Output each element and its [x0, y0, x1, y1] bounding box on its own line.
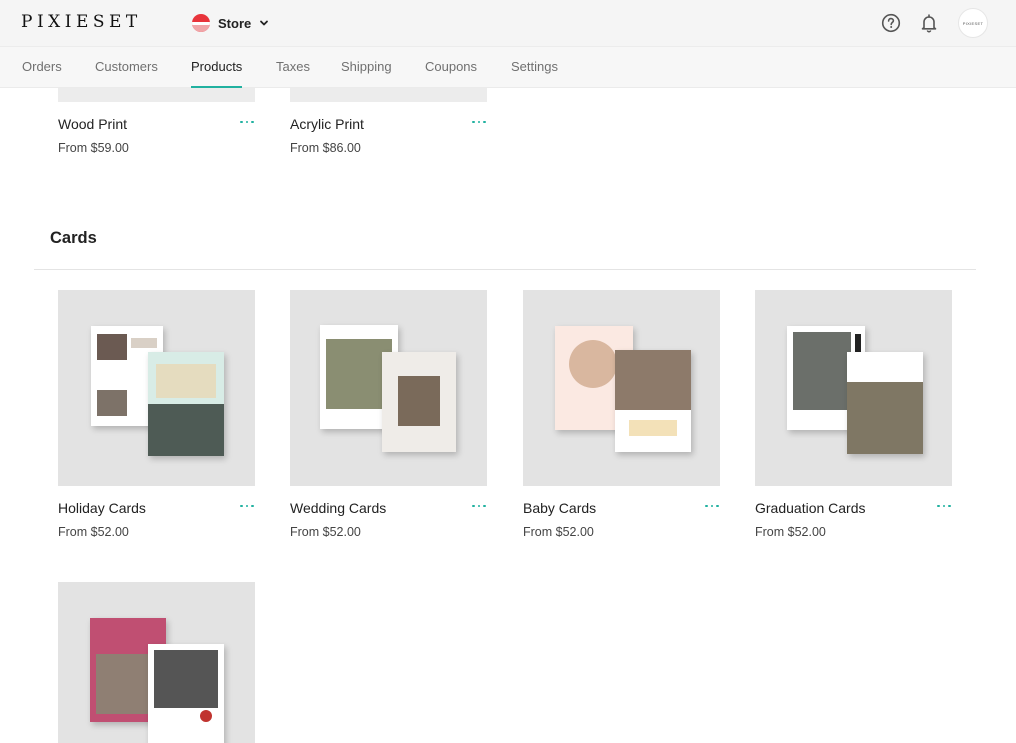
product-card-wedding-cards[interactable]: Wedding Cards From $52.00 [290, 290, 487, 550]
chevron-down-icon [259, 18, 269, 28]
tab-coupons[interactable]: Coupons [425, 47, 477, 88]
more-dots-icon[interactable] [240, 117, 254, 127]
avatar[interactable]: PIXIESET [958, 8, 988, 38]
product-name[interactable]: Baby Cards [523, 500, 596, 516]
more-dots-icon[interactable] [240, 501, 254, 511]
bell-icon[interactable] [919, 13, 939, 33]
product-card-love-cards[interactable] [58, 582, 255, 743]
product-name[interactable]: Graduation Cards [755, 500, 866, 516]
store-logo-icon [192, 14, 210, 32]
product-thumbnail[interactable] [755, 290, 952, 486]
more-dots-icon[interactable] [472, 117, 486, 127]
section-title-cards: Cards [50, 229, 97, 247]
product-price: From $86.00 [290, 141, 361, 155]
product-price: From $59.00 [58, 141, 129, 155]
top-bar: PIXIESET Store PIXIESET [0, 0, 1016, 47]
product-thumbnail[interactable] [523, 290, 720, 486]
app-switcher-label: Store [218, 15, 252, 31]
tab-shipping[interactable]: Shipping [341, 47, 392, 88]
app-root: PIXIESET Store PIXIESET Orders Customers… [0, 0, 1016, 743]
tab-customers[interactable]: Customers [95, 47, 158, 88]
more-dots-icon[interactable] [472, 501, 486, 511]
product-name[interactable]: Wood Print [58, 116, 127, 132]
tab-taxes[interactable]: Taxes [276, 47, 310, 88]
tab-products[interactable]: Products [191, 47, 243, 88]
section-divider [34, 269, 976, 270]
product-card-graduation-cards[interactable]: Graduation Cards From $52.00 [755, 290, 952, 550]
product-name[interactable]: Holiday Cards [58, 500, 146, 516]
product-price: From $52.00 [58, 525, 129, 539]
product-price: From $52.00 [290, 525, 361, 539]
product-thumbnail[interactable] [58, 290, 255, 486]
more-dots-icon[interactable] [937, 501, 951, 511]
product-thumbnail[interactable] [290, 290, 487, 486]
tab-settings[interactable]: Settings [511, 47, 558, 88]
product-card-baby-cards[interactable]: Baby Cards From $52.00 [523, 290, 720, 550]
pixieset-logo[interactable]: PIXIESET [21, 12, 142, 32]
product-name[interactable]: Wedding Cards [290, 500, 386, 516]
app-switcher[interactable]: Store [192, 12, 269, 34]
main-tabs: Orders Customers Products Taxes Shipping… [0, 47, 1016, 88]
tab-orders[interactable]: Orders [22, 47, 62, 88]
avatar-text: PIXIESET [962, 20, 984, 26]
product-price: From $52.00 [523, 525, 594, 539]
product-thumbnail[interactable] [58, 582, 255, 743]
product-price: From $52.00 [755, 525, 826, 539]
more-dots-icon[interactable] [705, 501, 719, 511]
product-card-holiday-cards[interactable]: Holiday Cards From $52.00 [58, 290, 255, 550]
help-circle-icon[interactable] [881, 13, 901, 33]
product-name[interactable]: Acrylic Print [290, 116, 364, 132]
